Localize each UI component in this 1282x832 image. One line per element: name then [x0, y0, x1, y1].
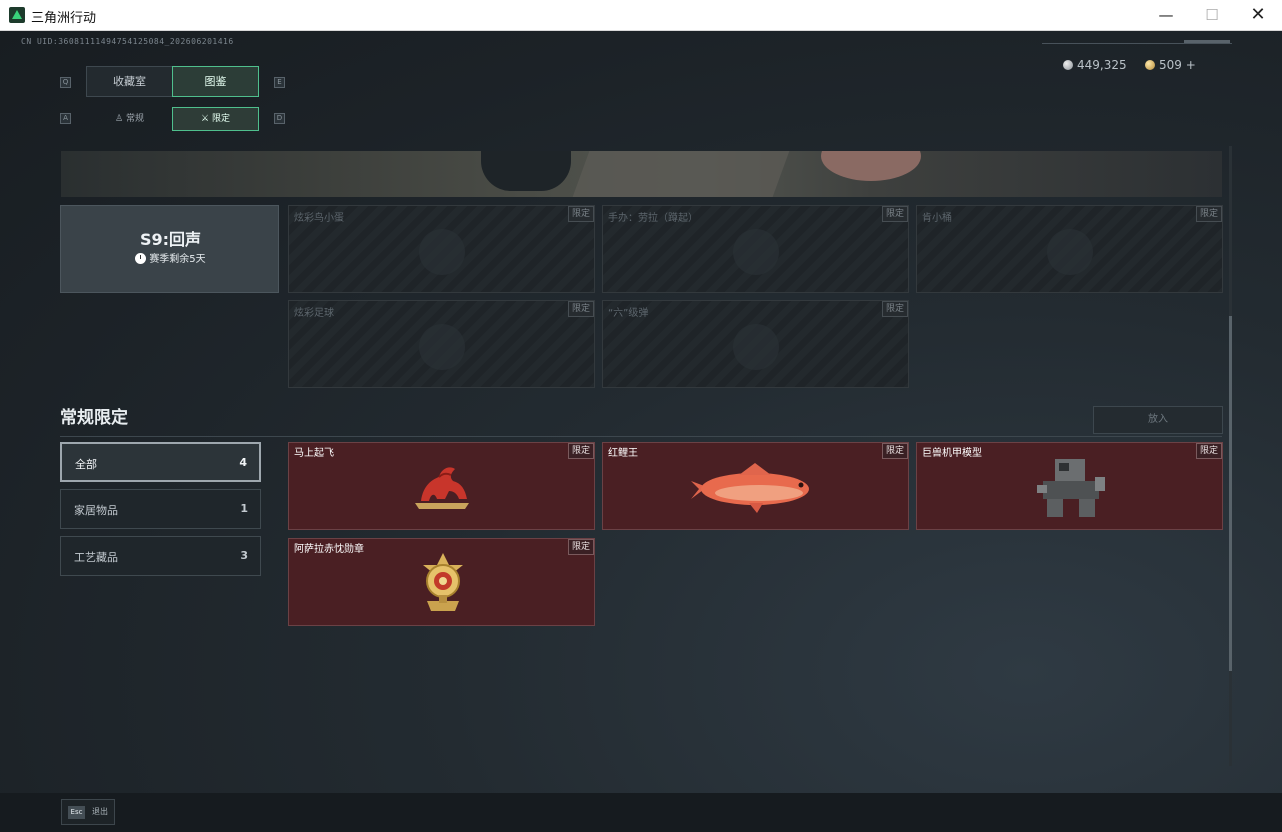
gold-currency-value: 509 +	[1159, 58, 1196, 72]
season-item-name: 手办：劳拉（蹲起）	[608, 213, 698, 224]
collection-item-card[interactable]: 红鲤王 限定	[602, 442, 909, 530]
limited-tag: 限定	[881, 443, 908, 459]
season-banner-image	[61, 151, 1222, 197]
tab-catalog[interactable]: 图鉴	[172, 66, 259, 97]
window-title: 三角洲行动	[31, 11, 97, 26]
section-divider	[60, 436, 1222, 437]
hand-sign-icon	[732, 324, 779, 370]
banner-ball	[821, 151, 921, 181]
collection-item-card[interactable]: 巨兽机甲模型 限定	[916, 442, 1223, 530]
gold-medal-icon	[423, 553, 463, 611]
subtab-limited[interactable]: ⚔ 限定	[172, 107, 259, 131]
esc-key-hint: Esc	[68, 806, 85, 819]
subtab-regular-label: 常规	[125, 114, 144, 124]
scrollbar-thumb[interactable]	[1229, 316, 1232, 671]
clock-icon	[135, 253, 147, 264]
collection-item-card[interactable]: 马上起飞 限定	[288, 442, 595, 530]
collection-item-name: 巨兽机甲模型	[922, 448, 982, 459]
window-titlebar: 三角洲行动 — ☐ ✕	[0, 0, 1282, 31]
limited-tag: 限定	[567, 539, 594, 555]
collection-item-name: 红鲤王	[608, 448, 638, 459]
subtab-regular[interactable]: ♙ 常规	[86, 107, 173, 131]
filter-all[interactable]: 全部 4	[60, 442, 261, 482]
limited-tag: 限定	[567, 206, 594, 222]
season-item-card[interactable]: 炫彩鸟小蛋 限定	[288, 205, 595, 293]
season-remaining: 赛季剩余5天	[61, 250, 280, 265]
season-remaining-text: 赛季剩余5天	[149, 254, 206, 265]
filter-label: 工艺藏品	[74, 551, 118, 564]
key-d-hint: D	[274, 113, 285, 124]
close-button[interactable]: ✕	[1235, 0, 1281, 31]
season-item-name: 炫彩鸟小蛋	[294, 213, 344, 224]
key-e-hint: E	[274, 77, 285, 88]
banner-boots	[481, 151, 571, 191]
bucket-figure-icon	[1046, 229, 1093, 275]
key-q-hint: Q	[60, 77, 71, 88]
limited-tag: 限定	[1195, 443, 1222, 459]
top-divider	[1042, 43, 1232, 44]
filter-home-items[interactable]: 家居物品 1	[60, 489, 261, 529]
gold-currency[interactable]: 509 +	[1145, 58, 1196, 72]
bird-egg-icon	[418, 229, 465, 275]
season-item-card[interactable]: “六”级弹 限定	[602, 300, 909, 388]
filter-count: 3	[240, 549, 248, 562]
limited-tag: 限定	[881, 301, 908, 317]
collection-item-name: 阿萨拉赤忱勋章	[294, 544, 364, 555]
gold-coin-icon	[1145, 60, 1155, 70]
silver-currency-value: 449,325	[1077, 58, 1127, 72]
limited-tag: 限定	[567, 301, 594, 317]
tab-collection-room[interactable]: 收藏室	[86, 66, 173, 97]
red-horse-icon	[415, 467, 469, 509]
figurine-icon	[732, 229, 779, 275]
collection-item-card[interactable]: 阿萨拉赤忱勋章 限定	[288, 538, 595, 626]
filter-label: 家居物品	[74, 504, 118, 517]
filter-count: 4	[239, 456, 247, 469]
exit-button[interactable]: Esc 退出	[61, 799, 115, 825]
section-title: 常规限定	[60, 408, 128, 428]
filter-label: 全部	[75, 458, 97, 471]
collection-item-name: 马上起飞	[294, 448, 334, 459]
filter-count: 1	[240, 502, 248, 515]
season-item-card[interactable]: 手办：劳拉（蹲起） 限定	[602, 205, 909, 293]
top-divider-accent	[1184, 40, 1230, 43]
football-icon	[418, 324, 465, 370]
season-item-name: 肯小桶	[922, 213, 952, 224]
mech-model-icon	[1037, 459, 1105, 517]
limited-tag: 限定	[567, 443, 594, 459]
put-in-button[interactable]: 放入	[1093, 406, 1223, 434]
banner-cloth	[572, 151, 790, 197]
season-title: S9:回声	[139, 230, 202, 249]
subtab-limited-label: 限定	[211, 114, 230, 124]
figure-icon: ♙	[115, 114, 124, 124]
season-item-card[interactable]: 肯小桶 限定	[916, 205, 1223, 293]
red-carp-icon	[691, 463, 809, 513]
silver-coin-icon	[1063, 60, 1073, 70]
season-item-name: 炫彩足球	[294, 308, 334, 319]
exit-label: 退出	[92, 807, 108, 816]
season-card: S9:回声 赛季剩余5天	[60, 205, 279, 293]
uid-label: CN UID:36081111494754125084_202606201416	[21, 37, 234, 46]
season-item-card[interactable]: 炫彩足球 限定	[288, 300, 595, 388]
key-a-hint: A	[60, 113, 71, 124]
silver-currency[interactable]: 449,325	[1063, 58, 1127, 72]
app-logo-icon	[9, 7, 25, 23]
limited-tag: 限定	[1195, 206, 1222, 222]
crossed-swords-icon: ⚔	[201, 114, 210, 124]
season-item-name: “六”级弹	[608, 308, 649, 319]
bottom-bar: Esc 退出	[0, 793, 1282, 832]
limited-tag: 限定	[881, 206, 908, 222]
game-viewport: CN UID:36081111494754125084_202606201416…	[0, 31, 1282, 832]
maximize-button[interactable]: ☐	[1189, 0, 1235, 31]
minimize-button[interactable]: —	[1143, 0, 1189, 31]
filter-crafts[interactable]: 工艺藏品 3	[60, 536, 261, 576]
